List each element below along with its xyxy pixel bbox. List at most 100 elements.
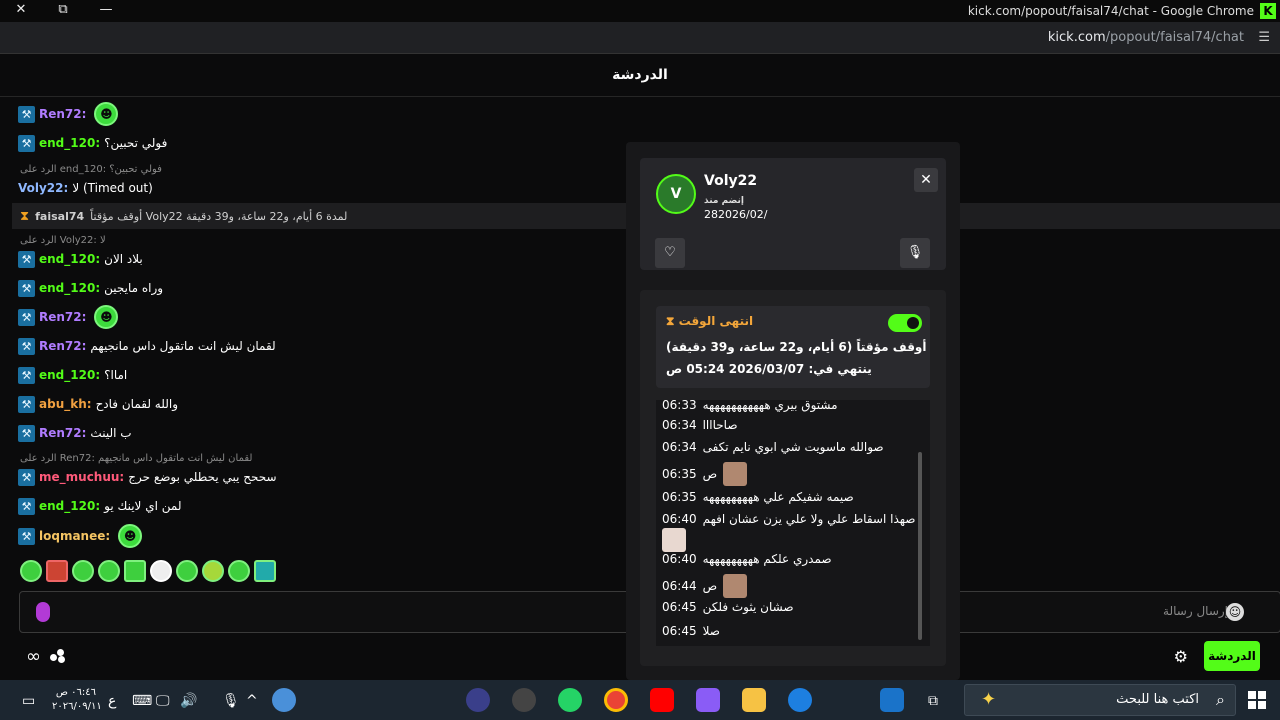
chat-username[interactable]: end_120: bbox=[39, 281, 100, 295]
chrome-app-icon[interactable] bbox=[604, 688, 628, 712]
address-bar[interactable]: kick.com/popout/faisal74/chat ☰ bbox=[0, 22, 1280, 54]
list-item: 06:44 ص bbox=[662, 574, 748, 598]
keyboard-icon[interactable]: ⌨ bbox=[132, 690, 152, 712]
close-window-icon[interactable]: ✕ bbox=[10, 2, 32, 20]
emote-icon[interactable] bbox=[72, 560, 94, 582]
chat-text: وراه مايجين bbox=[104, 281, 164, 295]
window-titlebar: ✕ ⧉ — kick.com/popout/faisal74/chat - Go… bbox=[0, 0, 1280, 22]
chat-message: ⚒ loqmanee: ☻ bbox=[18, 524, 143, 548]
user-card: V Voly22 إنضم منذ 282026/02/ ✕ ♡ 🎙 bbox=[640, 158, 946, 270]
emote-icon[interactable] bbox=[98, 560, 120, 582]
notifications-icon[interactable]: ▭ bbox=[22, 690, 35, 712]
moderator-badge-icon: ⚒ bbox=[18, 337, 35, 355]
help-app-icon[interactable] bbox=[272, 688, 296, 712]
file-explorer-icon[interactable] bbox=[742, 688, 766, 712]
display-icon[interactable]: 🖵 bbox=[156, 690, 170, 712]
heart-icon[interactable]: ♡ bbox=[655, 238, 685, 268]
chat-message: ⚒ Ren72: لقمان ليش انت ماتقول داس مانجيه… bbox=[18, 334, 276, 358]
dots-icon[interactable] bbox=[50, 649, 66, 663]
chat-username[interactable]: Ren72: bbox=[39, 310, 86, 324]
list-item: 06:34 صاحاااا bbox=[662, 418, 738, 432]
restore-window-icon[interactable]: ⧉ bbox=[52, 2, 74, 20]
whatsapp-app-icon[interactable] bbox=[558, 688, 582, 712]
scrollbar[interactable] bbox=[918, 452, 922, 640]
chat-username[interactable]: me_muchuu: bbox=[39, 470, 124, 484]
minimize-window-icon[interactable]: — bbox=[95, 2, 117, 20]
emote-icon[interactable] bbox=[20, 560, 42, 582]
moderator-badge-icon: ⚒ bbox=[18, 105, 35, 123]
edge-app-icon[interactable] bbox=[788, 688, 812, 712]
taskbar-app-icon[interactable] bbox=[466, 688, 490, 712]
mute-icon[interactable]: 🎙 bbox=[900, 238, 930, 268]
infinity-icon[interactable]: ∞ bbox=[26, 646, 41, 667]
emote-icon[interactable] bbox=[202, 560, 224, 582]
chat-username[interactable]: loqmanee: bbox=[39, 529, 110, 543]
emote-icon[interactable] bbox=[228, 560, 250, 582]
obs-app-icon[interactable] bbox=[512, 688, 536, 712]
moderation-panel: ⧗ انتهى الوقت أوقف مؤقتاً (6 أيام، و22 س… bbox=[640, 290, 946, 666]
emote-icon bbox=[723, 462, 748, 486]
window-title: kick.com/popout/faisal74/chat - Google C… bbox=[967, 4, 1254, 18]
task-view-icon[interactable]: ⧉ bbox=[928, 690, 938, 712]
hourglass-icon: ⧗ bbox=[20, 208, 30, 224]
chat-username[interactable]: end_120: bbox=[39, 252, 100, 266]
language-indicator[interactable]: ع bbox=[108, 690, 116, 712]
emote-icon[interactable] bbox=[150, 560, 172, 582]
reply-context[interactable]: الرد على Ren72: لقمان ليش انت ماتقول داس… bbox=[20, 453, 252, 464]
moderator-badge-icon: ⚒ bbox=[18, 366, 35, 384]
windows-start-icon[interactable] bbox=[1248, 691, 1266, 709]
site-settings-icon[interactable]: ☰ bbox=[1258, 30, 1270, 45]
chat-username[interactable]: Ren72: bbox=[39, 107, 86, 121]
list-item bbox=[662, 528, 686, 552]
emote-icon[interactable] bbox=[46, 560, 68, 582]
reply-context[interactable]: الرد على Voly22: لا bbox=[20, 235, 106, 246]
emote-icon[interactable] bbox=[124, 560, 146, 582]
reply-context[interactable]: الرد على end_120: فولي تحبين؟ bbox=[20, 164, 162, 175]
chat-message: ⚒ Ren72: ☻ bbox=[18, 305, 119, 329]
chat-text: لمن اي لاينك يو bbox=[104, 499, 182, 513]
emote-icon: ☻ bbox=[94, 102, 119, 126]
close-icon[interactable]: ✕ bbox=[914, 168, 938, 192]
chat-username[interactable]: Ren72: bbox=[39, 339, 86, 353]
windows-taskbar: ▭ ٠٦:٤٦ ص ٢٠٢٦/٠٩/١١ ع ⌨ 🖵 🔊 🎙 ^ ⧉ ✦ اكت… bbox=[0, 680, 1280, 720]
gear-icon[interactable]: ⚙ bbox=[1174, 647, 1188, 666]
chat-input-placeholder: إرسال رسالة bbox=[1163, 604, 1228, 618]
chat-username[interactable]: end_120: bbox=[39, 499, 100, 513]
outlook-app-icon[interactable] bbox=[880, 688, 904, 712]
system-clock[interactable]: ٠٦:٤٦ ص ٢٠٢٦/٠٩/١١ bbox=[52, 686, 102, 714]
volume-icon[interactable]: 🔊 bbox=[180, 690, 197, 712]
emote-icon[interactable] bbox=[176, 560, 198, 582]
taskbar-search[interactable]: ✦ اكتب هنا للبحث ⌕ bbox=[964, 684, 1236, 716]
emote-icon: ☻ bbox=[118, 524, 143, 548]
timeout-toggle[interactable] bbox=[888, 314, 922, 332]
joined-label: إنضم منذ bbox=[704, 196, 744, 206]
chat-username[interactable]: end_120: bbox=[39, 136, 100, 150]
moderator-badge-icon: ⚒ bbox=[18, 308, 35, 326]
chat-username[interactable]: end_120: bbox=[39, 368, 100, 382]
mod-action-text: أوقف مؤقتاً Voly22 لمدة 6 أيام، و22 ساعة… bbox=[90, 209, 348, 223]
emoji-picker-icon[interactable]: ☺ bbox=[1226, 603, 1244, 621]
mod-username[interactable]: faisal74 bbox=[35, 210, 84, 223]
url-text[interactable]: kick.com/popout/faisal74/chat bbox=[1048, 30, 1244, 45]
youtube-app-icon[interactable] bbox=[650, 688, 674, 712]
chat-username[interactable]: Ren72: bbox=[39, 426, 86, 440]
user-card-username[interactable]: Voly22 bbox=[704, 173, 757, 189]
moderator-badge-icon: ⚒ bbox=[18, 468, 35, 486]
microphone-icon[interactable] bbox=[36, 602, 50, 622]
microphone-icon[interactable]: 🎙 bbox=[222, 690, 240, 712]
list-item: 06:45 صلا bbox=[662, 624, 720, 638]
chat-username[interactable]: Voly22: bbox=[18, 181, 68, 195]
chat-username[interactable]: abu_kh: bbox=[39, 397, 92, 411]
user-message-log[interactable]: 06:33 مشتوق بيري هههههههههههه 06:34 صاحااا… bbox=[656, 400, 930, 646]
emote-quick-bar bbox=[20, 560, 276, 582]
send-chat-button[interactable]: الدردشة bbox=[1204, 641, 1260, 671]
list-item: 06:40 صمدري علكم هههههههههه bbox=[662, 552, 832, 566]
list-item: 06:35 صيمه شفيكم علي هههههههههه bbox=[662, 490, 854, 504]
clock-date: ٢٠٢٦/٠٩/١١ bbox=[52, 701, 102, 712]
list-item: 06:45 صشان يثوث فلكن bbox=[662, 600, 794, 614]
m365-app-icon[interactable] bbox=[696, 688, 720, 712]
copilot-icon[interactable]: ✦ bbox=[981, 689, 996, 710]
chevron-up-icon[interactable]: ^ bbox=[246, 690, 258, 712]
moderator-badge-icon: ⚒ bbox=[18, 527, 35, 545]
emote-icon[interactable] bbox=[254, 560, 276, 582]
